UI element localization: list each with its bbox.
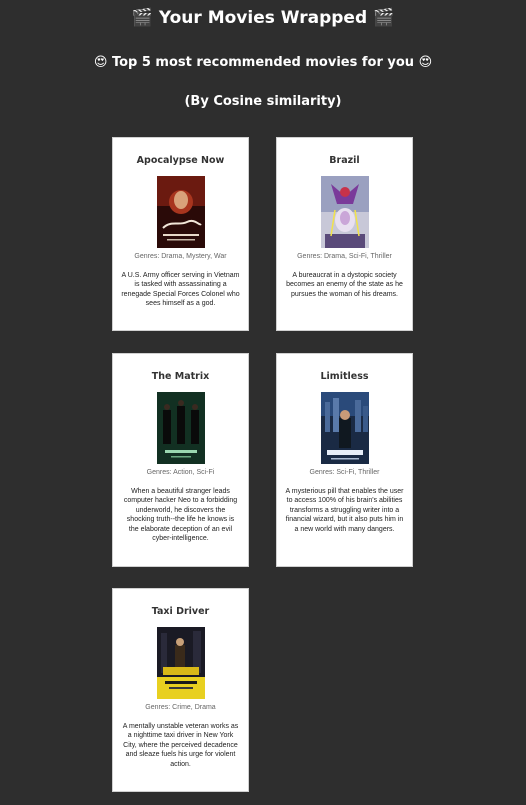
movie-title: The Matrix	[151, 371, 210, 382]
similarity-method-label: (By Cosine similarity)	[184, 94, 342, 109]
movie-card-apocalypse-now[interactable]: Apocalypse Now Genres: Drama, Mystery, W…	[112, 137, 249, 331]
movie-card-taxi-driver[interactable]: Taxi Driver Genres: Crime, Drama A menta…	[112, 588, 249, 792]
movie-card-limitless[interactable]: Limitless Genres: Sci-Fi, Thriller A mys…	[276, 353, 413, 567]
movie-poster	[320, 176, 369, 248]
movie-genres: Genres: Drama, Sci-Fi, Thriller	[297, 253, 392, 260]
subtitle: 😍 Top 5 most recommended movies for you …	[93, 55, 433, 70]
movie-title: Taxi Driver	[151, 606, 210, 617]
movie-description: A bureaucrat in a dystopic society becom…	[286, 272, 403, 298]
movie-poster	[156, 627, 205, 699]
movie-title: Limitless	[320, 371, 369, 382]
movie-card-brazil[interactable]: Brazil Genres: Drama, Sci-Fi, Thriller A…	[276, 137, 413, 331]
movie-poster	[156, 176, 205, 248]
movie-poster	[156, 392, 205, 464]
movie-description: When a beautiful stranger leads computer…	[123, 488, 238, 543]
movie-card-the-matrix[interactable]: The Matrix Genres: Action, Sci-Fi When a…	[112, 353, 249, 567]
page-title: 🎬 Your Movies Wrapped 🎬	[131, 8, 395, 28]
movie-genres: Genres: Action, Sci-Fi	[146, 469, 215, 476]
movie-genres: Genres: Drama, Mystery, War	[134, 253, 227, 260]
movie-genres: Genres: Sci-Fi, Thriller	[309, 469, 380, 476]
movie-genres: Genres: Crime, Drama	[145, 704, 216, 711]
movie-description: A mysterious pill that enables the user …	[285, 488, 404, 533]
movie-poster	[320, 392, 369, 464]
movie-description: A mentally unstable veteran works as a n…	[122, 723, 239, 768]
movie-title: Apocalypse Now	[136, 155, 225, 166]
movie-title: Brazil	[329, 155, 360, 166]
movie-description: A U.S. Army officer serving in Vietnam i…	[121, 272, 240, 308]
